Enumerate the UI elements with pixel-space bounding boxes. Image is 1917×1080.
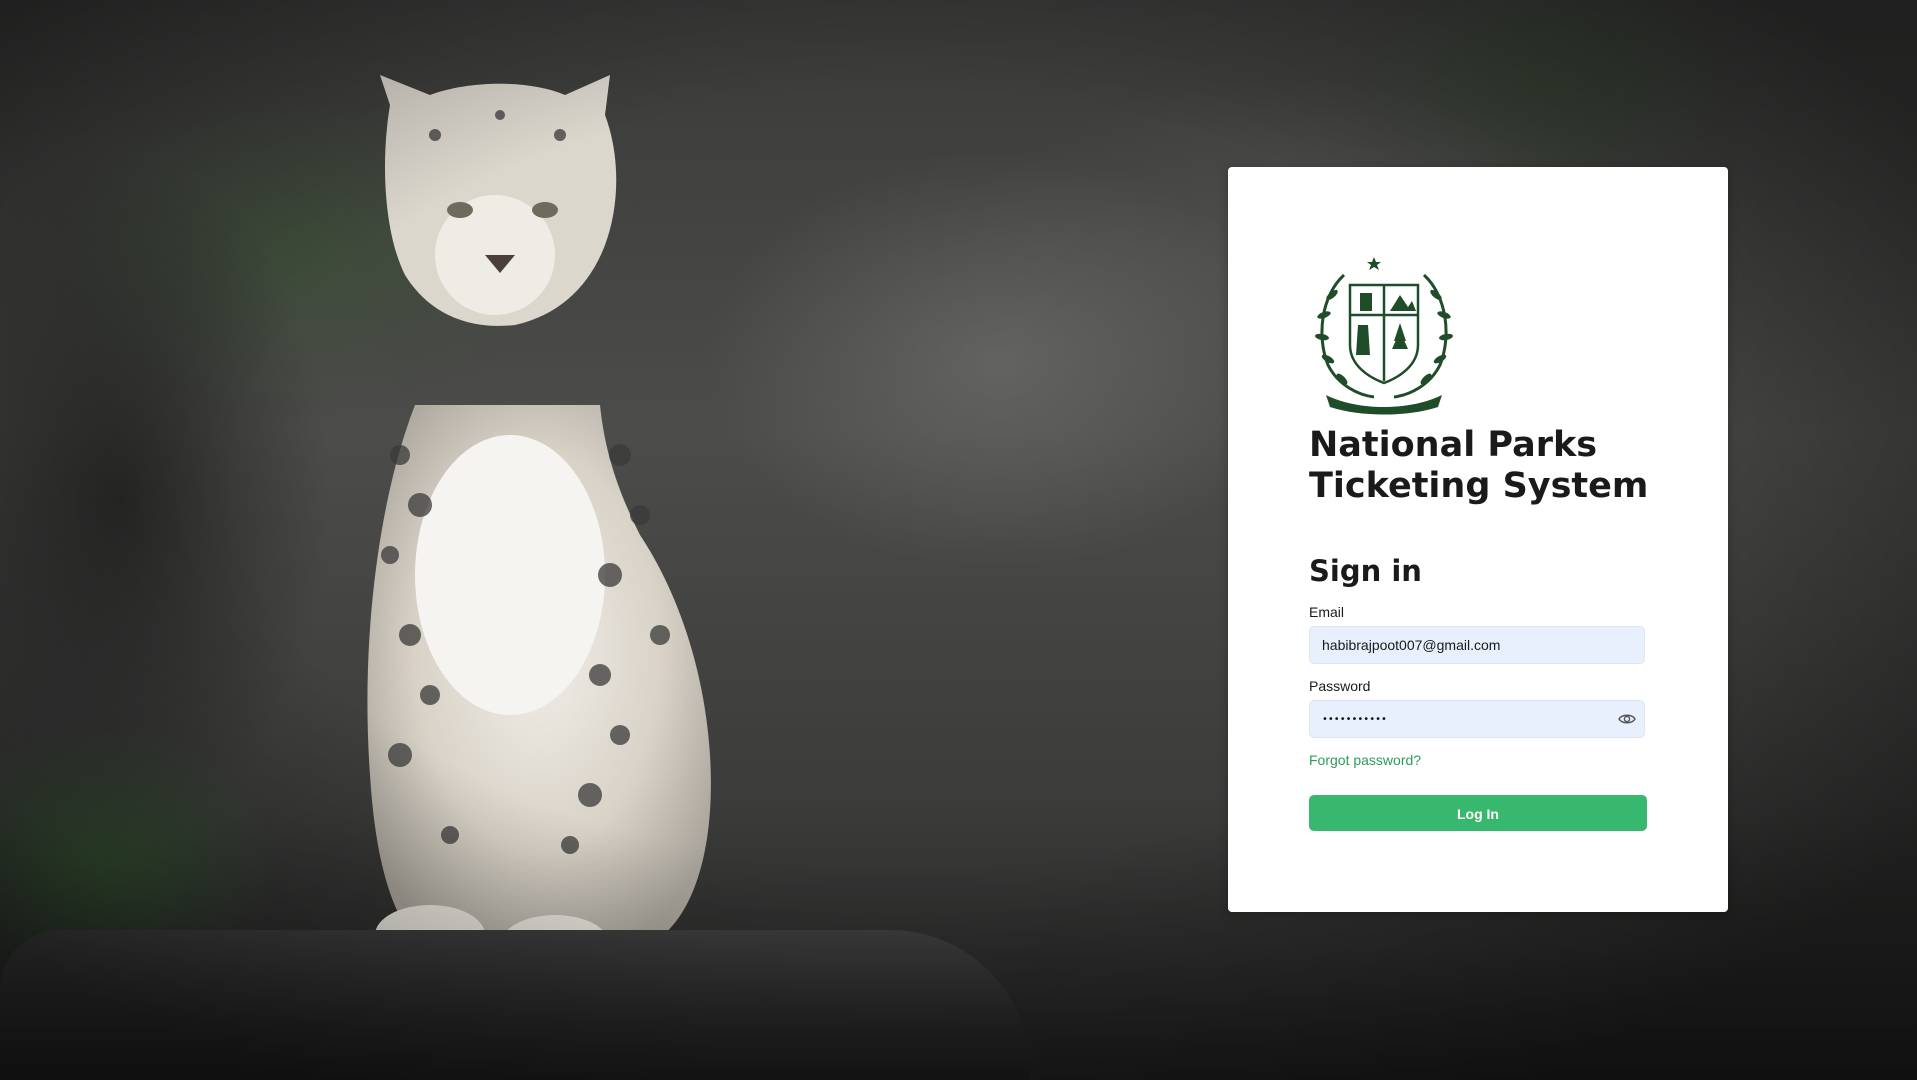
forgot-password-link[interactable]: Forgot password?: [1309, 752, 1421, 768]
app-title-line1: National Parks: [1309, 425, 1598, 465]
app-title-line2: Ticketing System: [1309, 466, 1649, 506]
login-card: National Parks Ticketing System Sign in …: [1228, 167, 1728, 912]
email-field-container: [1309, 626, 1645, 664]
eye-icon[interactable]: [1618, 711, 1636, 727]
password-label: Password: [1309, 678, 1371, 694]
password-field[interactable]: [1322, 701, 1612, 737]
email-field[interactable]: [1322, 627, 1612, 663]
government-emblem-icon: [1315, 253, 1453, 415]
sign-in-heading: Sign in: [1309, 554, 1422, 588]
login-page: National Parks Ticketing System Sign in …: [0, 0, 1917, 1080]
email-label: Email: [1309, 604, 1345, 620]
log-in-button[interactable]: Log In: [1309, 795, 1647, 831]
password-field-container: [1309, 700, 1645, 738]
app-title: National Parks Ticketing System: [1309, 425, 1689, 507]
